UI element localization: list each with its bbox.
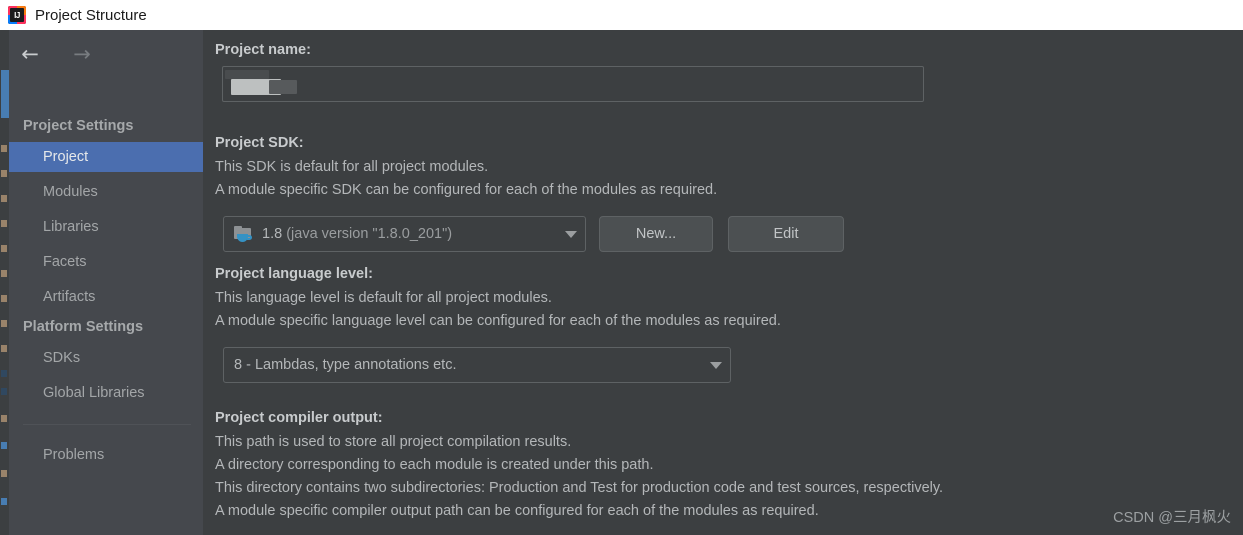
sidebar-item-label: Project bbox=[43, 149, 88, 165]
settings-sidebar: ← → Project Settings Project Modules Lib… bbox=[9, 30, 203, 535]
sidebar-item-label: Modules bbox=[43, 184, 98, 200]
sidebar-divider bbox=[23, 424, 191, 425]
csdn-watermark: CSDN @三月枫火 bbox=[1113, 506, 1231, 527]
redacted-project-name bbox=[231, 79, 281, 95]
language-level-dropdown[interactable]: 8 - Lambdas, type annotations etc. bbox=[223, 347, 731, 383]
language-level-desc-line-1: This language level is default for all p… bbox=[215, 290, 552, 306]
project-name-label: Project name: bbox=[215, 42, 311, 58]
sidebar-item-artifacts[interactable]: Artifacts bbox=[9, 282, 203, 312]
compiler-output-label: Project compiler output: bbox=[215, 410, 383, 426]
edit-sdk-button[interactable]: Edit bbox=[728, 216, 844, 252]
sidebar-group-platform-settings: Platform Settings bbox=[23, 319, 143, 335]
compiler-output-desc-line-3: This directory contains two subdirectori… bbox=[215, 480, 943, 496]
sidebar-item-label: Problems bbox=[43, 447, 104, 463]
sidebar-item-libraries[interactable]: Libraries bbox=[9, 212, 203, 242]
language-level-desc-line-2: A module specific language level can be … bbox=[215, 313, 781, 329]
project-sdk-java-version: (java version "1.8.0_201") bbox=[286, 226, 452, 242]
project-structure-dialog: IJ Project Structure ← → Project Setting… bbox=[0, 0, 1243, 535]
window-title: Project Structure bbox=[35, 7, 147, 24]
arrow-right-icon[interactable]: → bbox=[69, 42, 95, 66]
sidebar-item-sdks[interactable]: SDKs bbox=[9, 343, 203, 373]
chevron-down-icon[interactable] bbox=[565, 231, 577, 238]
sidebar-item-label: SDKs bbox=[43, 350, 80, 366]
sidebar-item-facets[interactable]: Facets bbox=[9, 247, 203, 277]
sidebar-item-label: Artifacts bbox=[43, 289, 95, 305]
language-level-label: Project language level: bbox=[215, 266, 373, 282]
jdk-folder-icon bbox=[234, 225, 254, 243]
new-sdk-button[interactable]: New... bbox=[599, 216, 713, 252]
window-titlebar: IJ Project Structure bbox=[0, 0, 1243, 30]
project-settings-panel: Project name: Project SDK: This SDK is d… bbox=[203, 30, 1243, 535]
sidebar-item-label: Facets bbox=[43, 254, 87, 270]
project-sdk-desc-line-2: A module specific SDK can be configured … bbox=[215, 182, 717, 198]
compiler-output-desc-line-2: A directory corresponding to each module… bbox=[215, 457, 653, 473]
compiler-output-desc-line-1: This path is used to store all project c… bbox=[215, 434, 571, 450]
intellij-idea-logo-icon: IJ bbox=[8, 6, 26, 24]
sidebar-item-label: Libraries bbox=[43, 219, 99, 235]
project-sdk-label: Project SDK: bbox=[215, 135, 304, 151]
sidebar-item-label: Global Libraries bbox=[43, 385, 145, 401]
sidebar-nav-arrows: ← → bbox=[17, 42, 95, 66]
sidebar-item-problems[interactable]: Problems bbox=[9, 440, 203, 470]
project-sdk-version: 1.8 bbox=[262, 226, 282, 242]
arrow-left-icon[interactable]: ← bbox=[17, 42, 43, 66]
project-sdk-value: 1.8 (java version "1.8.0_201") bbox=[262, 226, 565, 242]
sidebar-item-global-libraries[interactable]: Global Libraries bbox=[9, 378, 203, 408]
sidebar-group-project-settings: Project Settings bbox=[23, 118, 133, 134]
project-sdk-desc-line-1: This SDK is default for all project modu… bbox=[215, 159, 488, 175]
background-ide-sliver bbox=[0, 30, 9, 535]
project-name-input[interactable] bbox=[222, 66, 924, 102]
language-level-value: 8 - Lambdas, type annotations etc. bbox=[234, 357, 710, 373]
compiler-output-desc-line-4: A module specific compiler output path c… bbox=[215, 503, 819, 519]
chevron-down-icon[interactable] bbox=[710, 362, 722, 369]
sidebar-item-modules[interactable]: Modules bbox=[9, 177, 203, 207]
sidebar-item-project[interactable]: Project bbox=[9, 142, 203, 172]
project-sdk-dropdown[interactable]: 1.8 (java version "1.8.0_201") bbox=[223, 216, 586, 252]
